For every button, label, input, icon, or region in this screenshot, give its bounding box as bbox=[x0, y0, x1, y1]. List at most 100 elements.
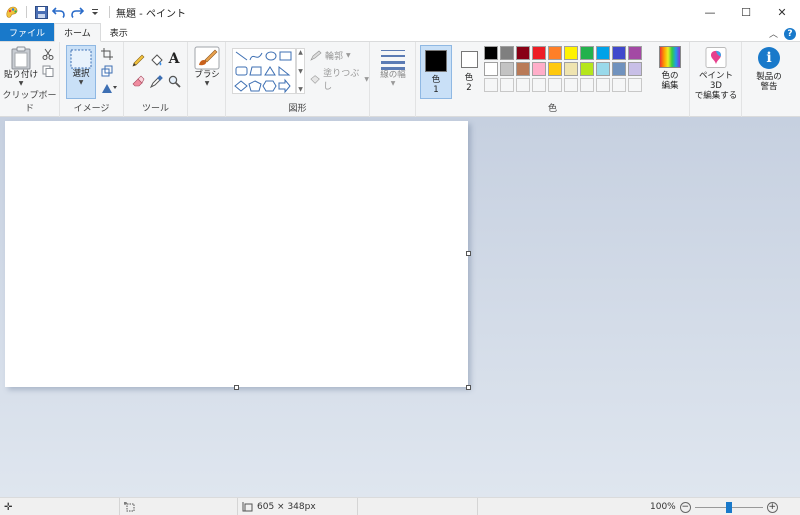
colors-group-label: 色 bbox=[547, 104, 557, 114]
palette-color-swatch[interactable] bbox=[596, 62, 610, 76]
quick-access-toolbar bbox=[0, 4, 114, 20]
edit-with-paint3d-button[interactable]: ペイント 3D で編集する bbox=[693, 47, 739, 101]
magnifier-icon[interactable] bbox=[167, 74, 181, 88]
color1-swatch bbox=[425, 50, 447, 72]
copy-icon[interactable] bbox=[41, 64, 55, 78]
canvas-workspace bbox=[0, 117, 800, 497]
palette-custom-swatch[interactable] bbox=[580, 78, 594, 92]
zoom-slider-thumb[interactable] bbox=[725, 501, 732, 513]
palette-color-swatch[interactable] bbox=[516, 46, 530, 60]
drawing-canvas[interactable] bbox=[5, 121, 468, 387]
tab-view[interactable]: 表示 bbox=[101, 23, 137, 41]
palette-color-swatch[interactable] bbox=[548, 62, 562, 76]
color2-label: 色 bbox=[464, 73, 474, 83]
palette-custom-swatch[interactable] bbox=[516, 78, 530, 92]
palette-color-swatch[interactable] bbox=[548, 46, 562, 60]
shapes-scroll[interactable]: ▲ ▼ ▼ bbox=[296, 48, 305, 94]
zoom-out-button[interactable]: − bbox=[679, 501, 691, 513]
select-dropdown-icon[interactable]: ▼ bbox=[79, 79, 84, 86]
scroll-up-icon[interactable]: ▲ bbox=[298, 49, 303, 56]
brushes-dropdown-icon[interactable]: ▼ bbox=[205, 80, 210, 87]
zoom-level: 100% bbox=[650, 502, 676, 512]
resize-icon[interactable] bbox=[100, 64, 114, 78]
tab-home[interactable]: ホーム bbox=[54, 23, 101, 42]
rotate-icon[interactable] bbox=[100, 81, 120, 95]
qat-customize-icon[interactable] bbox=[87, 4, 103, 20]
palette-color-swatch[interactable] bbox=[564, 46, 578, 60]
fill-dropdown-icon: ▼ bbox=[364, 75, 369, 83]
palette-color-swatch[interactable] bbox=[580, 62, 594, 76]
color-picker-icon[interactable] bbox=[149, 74, 163, 88]
color2-button[interactable]: 色 2 bbox=[455, 45, 483, 99]
eraser-icon[interactable] bbox=[131, 74, 145, 88]
crop-icon[interactable] bbox=[100, 47, 114, 61]
tab-file[interactable]: ファイル bbox=[0, 23, 55, 41]
qat-separator bbox=[26, 6, 27, 18]
palette-color-swatch[interactable] bbox=[532, 62, 546, 76]
select-label: 選択 bbox=[72, 69, 90, 79]
size-dropdown-icon[interactable]: ▼ bbox=[391, 80, 396, 87]
fill-bucket-icon[interactable] bbox=[149, 53, 163, 67]
palette-custom-swatch[interactable] bbox=[500, 78, 514, 92]
outline-dropdown-icon: ▼ bbox=[346, 52, 351, 59]
canvas-resize-handle-bottom[interactable] bbox=[234, 385, 239, 390]
minimize-button[interactable]: — bbox=[692, 0, 728, 24]
undo-icon[interactable] bbox=[51, 4, 67, 20]
palette-color-swatch[interactable] bbox=[516, 62, 530, 76]
maximize-button[interactable]: ☐ bbox=[728, 0, 764, 24]
close-button[interactable]: ✕ bbox=[764, 0, 800, 24]
palette-color-swatch[interactable] bbox=[596, 46, 610, 60]
qat-separator bbox=[109, 6, 110, 18]
color1-button[interactable]: 色 1 bbox=[420, 45, 452, 99]
palette-color-swatch[interactable] bbox=[500, 62, 514, 76]
pencil-icon[interactable] bbox=[131, 53, 145, 67]
outline-label: 輪郭 bbox=[325, 52, 344, 62]
outline-button[interactable]: 輪郭 ▼ bbox=[310, 49, 351, 62]
zoom-in-button[interactable]: + bbox=[766, 501, 778, 513]
edit-colors-button[interactable]: 色の 編集 bbox=[654, 46, 686, 100]
size-button[interactable]: 線の幅 ▼ bbox=[376, 48, 410, 100]
paste-dropdown-icon[interactable]: ▼ bbox=[19, 80, 24, 87]
palette-color-swatch[interactable] bbox=[484, 62, 498, 76]
canvas-resize-handle-corner[interactable] bbox=[466, 385, 471, 390]
text-tool-icon[interactable]: A bbox=[167, 51, 181, 67]
palette-color-swatch[interactable] bbox=[628, 46, 642, 60]
canvas-resize-handle-right[interactable] bbox=[466, 251, 471, 256]
help-icon[interactable]: ? bbox=[784, 27, 796, 40]
collapse-ribbon-icon[interactable]: ︿ bbox=[769, 27, 778, 40]
image-size-section: 605 × 348px bbox=[238, 498, 358, 515]
palette-color-swatch[interactable] bbox=[500, 46, 514, 60]
palette-color-swatch[interactable] bbox=[628, 62, 642, 76]
palette-custom-swatch[interactable] bbox=[612, 78, 626, 92]
palette-color-swatch[interactable] bbox=[564, 62, 578, 76]
save-icon[interactable] bbox=[33, 4, 49, 20]
redo-icon[interactable] bbox=[69, 4, 85, 20]
product-alert-button[interactable]: i 製品の 警告 bbox=[746, 47, 792, 101]
palette-color-swatch[interactable] bbox=[580, 46, 594, 60]
palette-custom-swatch[interactable] bbox=[564, 78, 578, 92]
palette-custom-swatch[interactable] bbox=[548, 78, 562, 92]
palette-custom-swatch[interactable] bbox=[532, 78, 546, 92]
fill-button[interactable]: 塗りつぶし ▼ bbox=[310, 66, 369, 92]
paint3d-label-1: ペイント 3D bbox=[698, 71, 733, 91]
select-button[interactable]: 選択 ▼ bbox=[66, 45, 96, 99]
scroll-down-icon[interactable]: ▼ bbox=[298, 68, 303, 75]
product-alert-label-2: 警告 bbox=[760, 82, 778, 92]
palette-color-swatch[interactable] bbox=[484, 46, 498, 60]
image-group: 選択 ▼ イメージ bbox=[60, 42, 124, 117]
palette-color-swatch[interactable] bbox=[612, 46, 626, 60]
palette-color-swatch[interactable] bbox=[612, 62, 626, 76]
shapes-gallery[interactable] bbox=[232, 48, 296, 94]
palette-custom-swatch[interactable] bbox=[596, 78, 610, 92]
palette-custom-swatch[interactable] bbox=[484, 78, 498, 92]
cut-icon[interactable] bbox=[41, 47, 55, 61]
edit-colors-label-2: 編集 bbox=[661, 81, 679, 91]
selection-size-icon bbox=[124, 502, 135, 512]
expand-gallery-icon[interactable]: ▼ bbox=[298, 86, 303, 93]
paint3d-icon bbox=[705, 47, 727, 68]
brushes-button[interactable]: ブラシ ▼ bbox=[191, 46, 223, 98]
palette-custom-swatch[interactable] bbox=[628, 78, 642, 92]
zoom-slider[interactable] bbox=[694, 501, 763, 513]
paste-label: 貼り付け bbox=[4, 70, 39, 80]
palette-color-swatch[interactable] bbox=[532, 46, 546, 60]
